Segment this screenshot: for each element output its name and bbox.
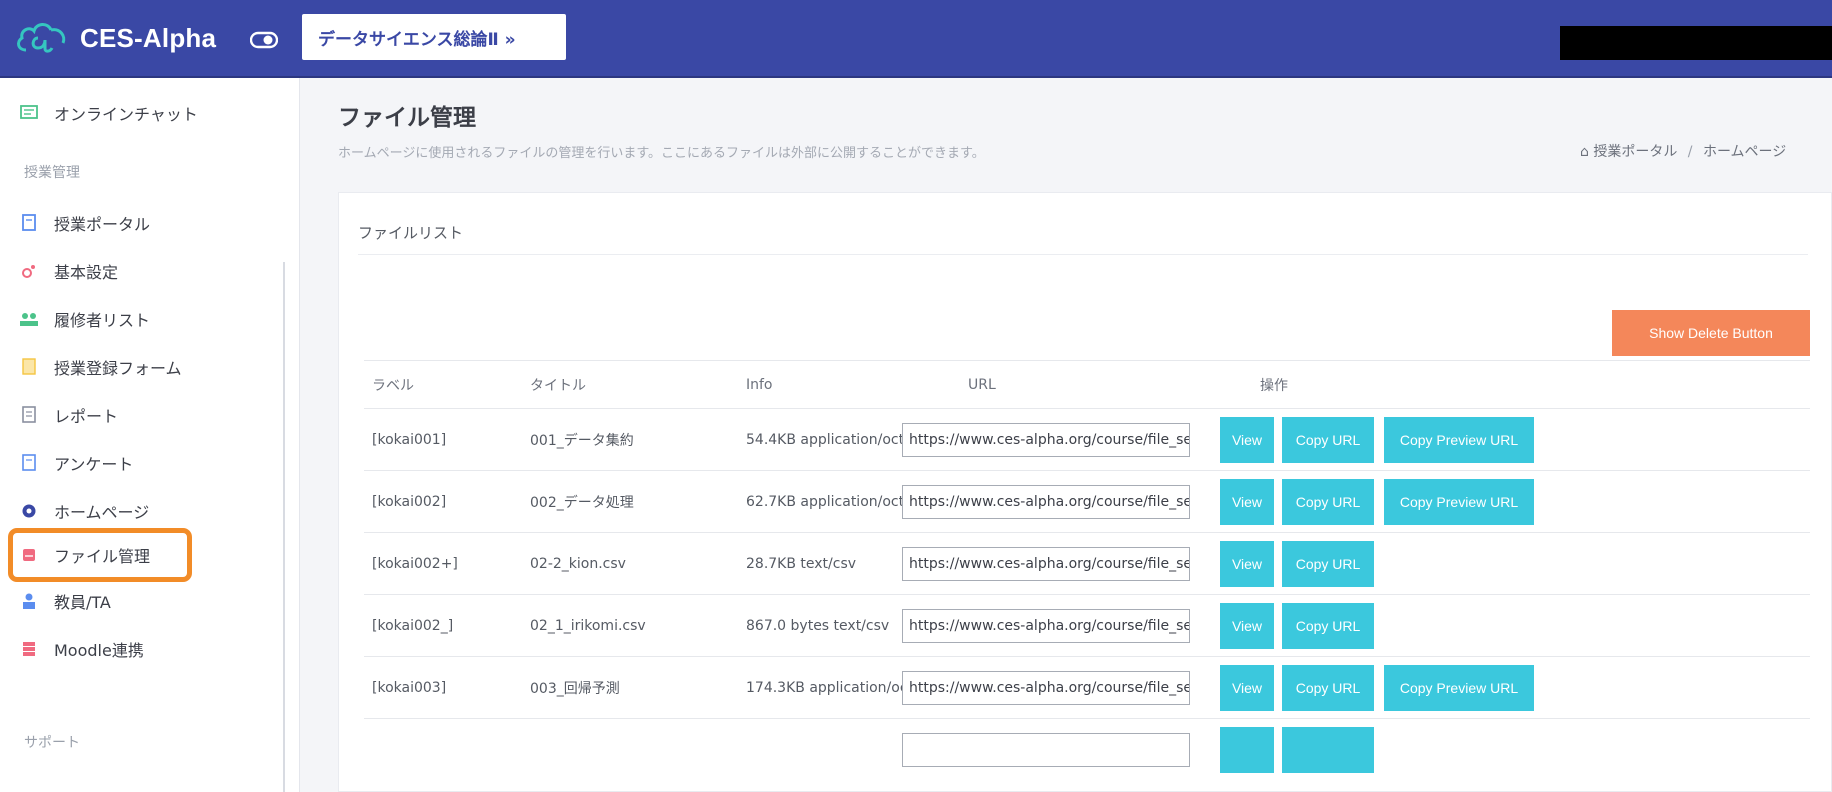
- gear-icon: [18, 260, 40, 282]
- table-row: [kokai003] 003_回帰予測 174.3KB application/…: [364, 656, 1810, 718]
- copy-preview-url-button[interactable]: Copy Preview URL: [1384, 479, 1534, 525]
- sidebar-item-label: 基本設定: [54, 263, 119, 282]
- copy-url-button[interactable]: Copy URL: [1282, 603, 1374, 649]
- row-title: 002_データ処理: [530, 495, 634, 511]
- row-title: 02_1_irikomi.csv: [530, 618, 646, 634]
- row-title: 001_データ集約: [530, 433, 634, 449]
- course-selector-tab[interactable]: データサイエンス総論Ⅱ »: [302, 14, 566, 60]
- breadcrumb-separator: /: [1687, 144, 1693, 160]
- portal-icon: [18, 212, 40, 234]
- sidebar-item-moodle[interactable]: Moodle連携: [18, 632, 144, 666]
- url-field[interactable]: [902, 733, 1190, 767]
- column-header-label: ラベル: [372, 378, 414, 394]
- sidebar: [0, 78, 300, 792]
- sidebar-item-label: アンケート: [54, 455, 134, 474]
- sidebar-item-online-chat[interactable]: オンラインチャット: [18, 96, 198, 130]
- sidebar-item-basic-settings[interactable]: 基本設定: [18, 254, 118, 288]
- sidebar-section-course-management: 授業管理: [24, 165, 80, 181]
- column-header-url: URL: [968, 377, 996, 393]
- survey-icon: [18, 452, 40, 474]
- row-label: [kokai002+]: [372, 556, 458, 572]
- sidebar-item-label: ホームページ: [54, 503, 150, 522]
- sidebar-item-registration-form[interactable]: 授業登録フォーム: [18, 350, 182, 384]
- copy-url-button[interactable]: Copy URL: [1282, 479, 1374, 525]
- sidebar-item-course-portal[interactable]: 授業ポータル: [18, 206, 150, 240]
- app-name: CES-Alpha: [80, 22, 217, 53]
- view-button[interactable]: View: [1220, 417, 1274, 463]
- column-header-title: タイトル: [530, 378, 586, 394]
- sidebar-item-label: Moodle連携: [54, 641, 144, 660]
- form-icon: [18, 356, 40, 378]
- table-row: [kokai002] 002_データ処理 62.7KB application/…: [364, 470, 1810, 532]
- row-title: 003_回帰予測: [530, 681, 620, 697]
- table-row-partial: [364, 718, 1810, 792]
- sidebar-item-label: オンラインチャット: [54, 105, 198, 124]
- url-field[interactable]: https://www.ces-alpha.org/course/file_se…: [902, 609, 1190, 643]
- url-field[interactable]: https://www.ces-alpha.org/course/file_se…: [902, 547, 1190, 581]
- table-row: [kokai001] 001_データ集約 54.4KB application/…: [364, 408, 1810, 470]
- active-item-highlight: [8, 528, 192, 582]
- sidebar-item-label: 授業ポータル: [54, 215, 151, 234]
- sidebar-scrollbar[interactable]: [283, 262, 285, 792]
- sidebar-item-teacher-ta[interactable]: 教員/TA: [18, 584, 111, 618]
- card-title: ファイルリスト: [358, 224, 464, 242]
- view-button[interactable]: [1220, 727, 1274, 773]
- home-icon: ⌂: [1580, 144, 1589, 160]
- copy-preview-url-button[interactable]: Copy Preview URL: [1384, 417, 1534, 463]
- page-title: ファイル管理: [338, 105, 476, 131]
- redacted-user-area: [1560, 26, 1832, 60]
- view-button[interactable]: View: [1220, 603, 1274, 649]
- column-header-info: Info: [746, 377, 773, 393]
- report-icon: [18, 404, 40, 426]
- row-label: [kokai002]: [372, 494, 447, 510]
- sidebar-item-student-list[interactable]: 履修者リスト: [18, 302, 150, 336]
- sidebar-item-homepage[interactable]: ホームページ: [18, 494, 149, 528]
- table-row: [kokai002+] 02-2_kion.csv 28.7KB text/cs…: [364, 532, 1810, 594]
- row-title: 02-2_kion.csv: [530, 556, 626, 572]
- copy-url-button[interactable]: Copy URL: [1282, 417, 1374, 463]
- copy-url-button[interactable]: [1282, 727, 1374, 773]
- view-button[interactable]: View: [1220, 541, 1274, 587]
- breadcrumb-portal-link[interactable]: 授業ポータル: [1593, 144, 1677, 160]
- teacher-icon: [18, 590, 40, 612]
- url-field[interactable]: https://www.ces-alpha.org/course/file_se…: [902, 423, 1190, 457]
- card-divider: [358, 254, 1808, 255]
- sidebar-item-label: 履修者リスト: [54, 311, 151, 330]
- sidebar-item-label: 教員/TA: [54, 593, 111, 612]
- sidebar-section-support: サポート: [24, 735, 80, 751]
- cloud-logo-icon: [17, 23, 66, 53]
- copy-preview-url-button[interactable]: Copy Preview URL: [1384, 665, 1534, 711]
- globe-icon: [18, 500, 40, 522]
- row-label: [kokai002_]: [372, 618, 454, 634]
- url-field[interactable]: https://www.ces-alpha.org/course/file_se…: [902, 485, 1190, 519]
- row-label: [kokai001]: [372, 432, 447, 448]
- page-description: ホームページに使用されるファイルの管理を行います。ここにあるファイルは外部に公開…: [338, 146, 985, 161]
- breadcrumb-current: ホームページ: [1702, 144, 1787, 160]
- copy-url-button[interactable]: Copy URL: [1282, 541, 1374, 587]
- sidebar-item-label: 授業登録フォーム: [54, 359, 182, 378]
- sidebar-toggle-icon[interactable]: [250, 30, 278, 50]
- sidebar-item-survey[interactable]: アンケート: [18, 446, 133, 480]
- row-label: [kokai003]: [372, 680, 447, 696]
- column-header-actions: 操作: [1260, 378, 1288, 394]
- app-logo[interactable]: CES-Alpha: [14, 18, 216, 58]
- breadcrumb: ⌂ 授業ポータル / ホームページ: [1580, 141, 1786, 161]
- table-header-row: ラベル タイトル Info URL 操作: [364, 360, 1810, 408]
- copy-url-button[interactable]: Copy URL: [1282, 665, 1374, 711]
- table-row: [kokai002_] 02_1_irikomi.csv 867.0 bytes…: [364, 594, 1810, 656]
- sidebar-item-label: レポート: [54, 407, 119, 426]
- view-button[interactable]: View: [1220, 479, 1274, 525]
- users-icon: [18, 308, 40, 330]
- database-icon: [18, 638, 40, 660]
- url-field[interactable]: https://www.ces-alpha.org/course/file_se…: [902, 671, 1190, 705]
- sidebar-item-report[interactable]: レポート: [18, 398, 118, 432]
- view-button[interactable]: View: [1220, 665, 1274, 711]
- chat-icon: [18, 102, 40, 124]
- show-delete-button[interactable]: Show Delete Button: [1612, 310, 1810, 356]
